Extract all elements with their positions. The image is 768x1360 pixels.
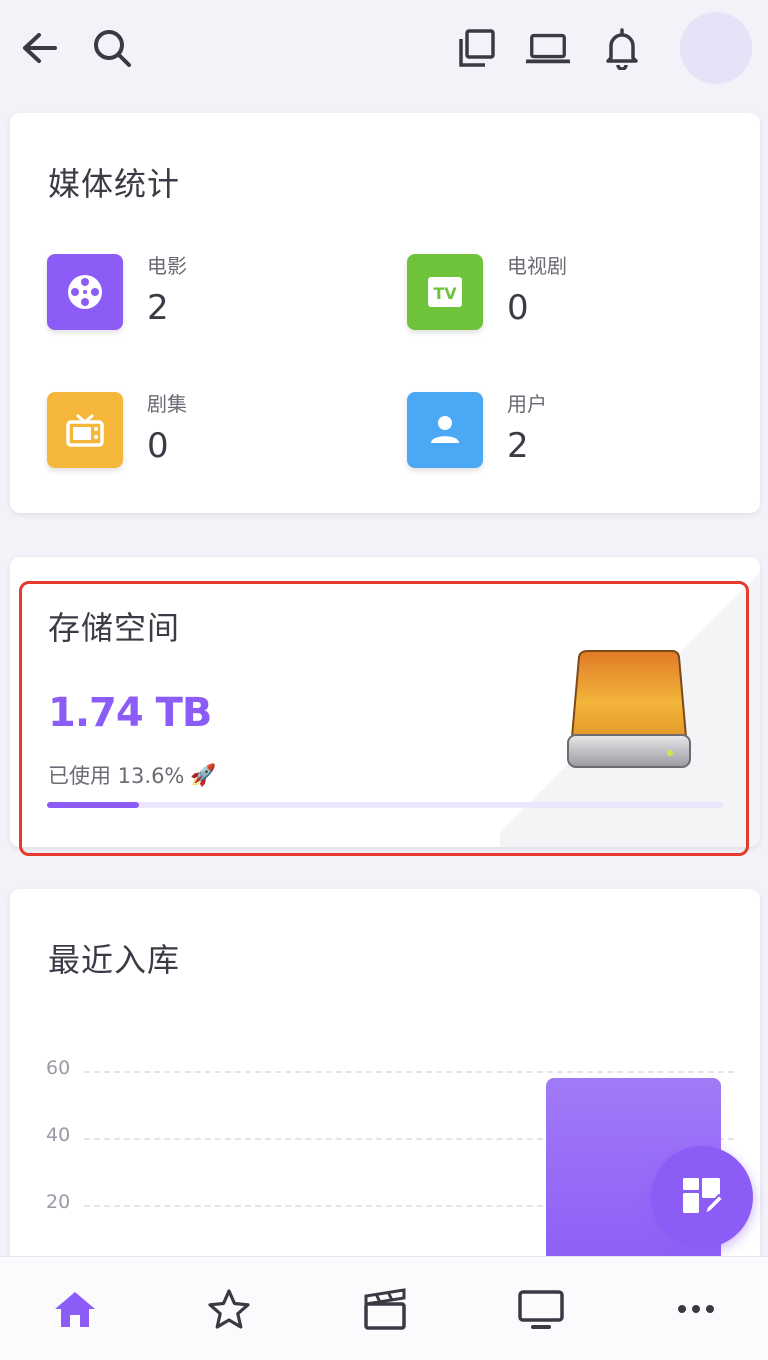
back-arrow-icon[interactable] <box>18 26 62 70</box>
copy-icon[interactable] <box>454 26 498 70</box>
stat-value: 2 <box>147 288 169 328</box>
highlight-frame <box>19 581 749 856</box>
home-icon[interactable] <box>45 1285 105 1333</box>
bottom-navigation <box>0 1256 768 1360</box>
stat-users[interactable]: 用户 2 <box>407 392 747 482</box>
recent-card: 最近入库 60 40 20 <box>10 889 760 1289</box>
stat-label: 用户 <box>507 392 547 416</box>
stat-value: 0 <box>147 426 169 466</box>
more-icon[interactable] <box>666 1285 726 1333</box>
stat-label: 电影 <box>147 254 187 278</box>
film-reel-icon <box>47 254 123 330</box>
clapperboard-icon[interactable] <box>355 1285 415 1333</box>
stat-label: 电视剧 <box>507 254 567 278</box>
laptop-icon[interactable] <box>526 26 570 70</box>
top-app-bar <box>0 0 768 96</box>
tv-badge-icon: TV <box>407 254 483 330</box>
recent-title: 最近入库 <box>48 941 181 979</box>
stat-value: 2 <box>507 426 529 466</box>
y-tick-label: 20 <box>46 1191 71 1213</box>
avatar[interactable] <box>680 12 752 84</box>
star-icon[interactable] <box>199 1285 259 1333</box>
gridline <box>84 1071 734 1073</box>
y-tick-label: 60 <box>46 1057 71 1079</box>
svg-text:TV: TV <box>433 284 457 303</box>
user-icon <box>407 392 483 468</box>
dashboard-edit-icon <box>683 1178 725 1216</box>
search-icon[interactable] <box>90 26 134 70</box>
bell-icon[interactable] <box>600 26 644 70</box>
stat-label: 剧集 <box>147 392 187 416</box>
dashboard-edit-button[interactable] <box>651 1146 753 1248</box>
stat-value: 0 <box>507 288 529 328</box>
y-tick-label: 40 <box>46 1124 71 1146</box>
stat-movies[interactable]: 电影 2 <box>47 254 387 344</box>
stat-episodes[interactable]: 剧集 0 <box>47 392 387 482</box>
stat-tv-series[interactable]: TV 电视剧 0 <box>407 254 747 344</box>
media-stats-card: 媒体统计 电影 2 TV 电视剧 0 剧集 0 用户 2 <box>10 113 760 513</box>
media-stats-title: 媒体统计 <box>48 165 181 203</box>
monitor-icon[interactable] <box>511 1285 571 1333</box>
television-icon <box>47 392 123 468</box>
